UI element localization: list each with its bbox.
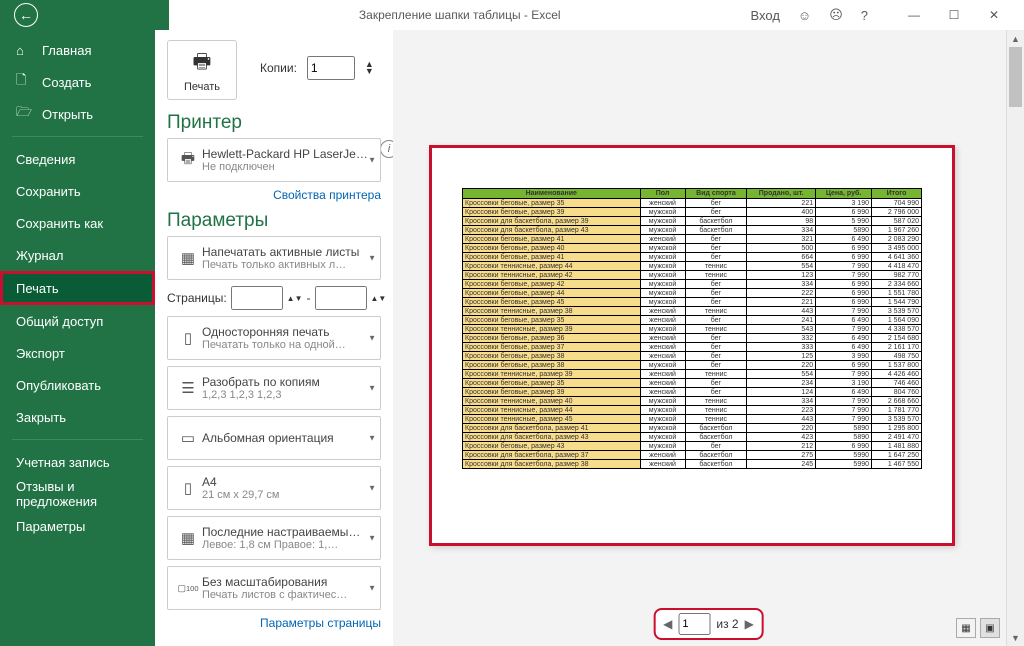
printer-status-icon: 🖶: [174, 146, 202, 174]
next-page-button[interactable]: ▶: [745, 617, 754, 631]
collate-icon: ☰: [174, 374, 202, 402]
sidebar-item-label: Учетная запись: [16, 455, 110, 470]
page-to-input[interactable]: [315, 286, 367, 310]
window-title: Закрепление шапки таблицы - Excel: [169, 8, 751, 22]
sidebar-item-3[interactable]: Сведения: [0, 143, 155, 175]
smile-icon[interactable]: ☺: [798, 8, 811, 23]
sidebar-item-13[interactable]: Отзывы и предложения: [0, 478, 155, 510]
sidebar-item-11[interactable]: Закрыть: [0, 401, 155, 433]
sidebar-item-10[interactable]: Опубликовать: [0, 369, 155, 401]
copies-label: Копии:: [260, 61, 297, 75]
print-what-selector[interactable]: ▦ Напечатать активные листыПечать только…: [167, 236, 381, 280]
margins-icon: ▦: [174, 524, 202, 552]
maximize-button[interactable]: ☐: [934, 0, 974, 30]
sidebar-item-label: Создать: [42, 75, 91, 90]
sidebar-item-label: Общий доступ: [16, 314, 103, 329]
pages-label: Страницы:: [167, 291, 227, 305]
back-button[interactable]: ←: [14, 3, 38, 27]
close-button[interactable]: ✕: [974, 0, 1014, 30]
printer-heading: Принтер: [167, 112, 381, 134]
show-margins-button[interactable]: ▦: [956, 618, 976, 638]
landscape-icon: ▭: [174, 424, 202, 452]
page-icon: ▯: [174, 324, 202, 352]
sidebar-item-1[interactable]: 🗋 Создать: [0, 66, 155, 98]
sidebar-item-label: Сохранить: [16, 184, 81, 199]
sidebar-item-label: Журнал: [16, 248, 63, 263]
zoom-to-page-button[interactable]: ▣: [980, 618, 1000, 638]
help-icon[interactable]: ?: [861, 8, 868, 23]
sidebar-item-label: Отзывы и предложения: [16, 479, 155, 509]
page-of-label: из 2: [716, 617, 738, 631]
nav-icon: 🗁: [16, 103, 34, 125]
margins-selector[interactable]: ▦ Последние настраиваемы…Левое: 1,8 см П…: [167, 516, 381, 560]
scroll-up-icon[interactable]: ▲: [1007, 30, 1024, 47]
printer-properties-link[interactable]: Свойства принтера: [167, 188, 381, 202]
page-number-input[interactable]: [678, 613, 710, 635]
sidebar-item-0[interactable]: ⌂ Главная: [0, 34, 155, 66]
sidebar-item-label: Открыть: [42, 107, 93, 122]
sidebar-item-label: Главная: [42, 43, 91, 58]
chevron-down-icon: ▼: [368, 484, 376, 493]
sidebar-item-4[interactable]: Сохранить: [0, 175, 155, 207]
sidebar-item-12[interactable]: Учетная запись: [0, 446, 155, 478]
spinner-icon[interactable]: ▲▼: [365, 61, 374, 75]
scrollbar-thumb[interactable]: [1009, 47, 1022, 107]
chevron-down-icon: ▼: [368, 334, 376, 343]
sad-icon[interactable]: ☹: [829, 7, 843, 23]
sidebar-item-label: Закрыть: [16, 410, 66, 425]
papersize-selector[interactable]: ▯ A421 см x 29,7 см ▼: [167, 466, 381, 510]
print-preview: НаименованиеПолВид спортаПродано, шт.Цен…: [393, 30, 1024, 646]
chevron-down-icon: ▼: [368, 434, 376, 443]
sidebar-item-9[interactable]: Экспорт: [0, 337, 155, 369]
chevron-down-icon: ▼: [368, 384, 376, 393]
page-from-input[interactable]: [231, 286, 283, 310]
page-navigator: ◀ из 2 ▶: [653, 608, 764, 640]
sidebar-item-14[interactable]: Параметры: [0, 510, 155, 542]
sidebar-item-label: Печать: [16, 281, 59, 296]
sheets-icon: ▦: [174, 244, 202, 272]
params-heading: Параметры: [167, 210, 381, 232]
chevron-down-icon: ▼: [368, 534, 376, 543]
printer-icon: 🖶: [193, 47, 212, 81]
backstage-sidebar: ⌂ Главная 🗋 Создать 🗁 Открыть Сведения Сохранит…: [0, 30, 155, 646]
copies-input[interactable]: [307, 56, 355, 80]
minimize-button[interactable]: —: [894, 0, 934, 30]
duplex-selector[interactable]: ▯ Односторонняя печатьПечатать только на…: [167, 316, 381, 360]
sidebar-item-2[interactable]: 🗁 Открыть: [0, 98, 155, 130]
collate-selector[interactable]: ☰ Разобрать по копиям1,2,3 1,2,3 1,2,3 ▼: [167, 366, 381, 410]
chevron-down-icon: ▼: [368, 254, 376, 263]
sidebar-item-5[interactable]: Сохранить как: [0, 207, 155, 239]
chevron-down-icon: ▼: [368, 584, 376, 593]
page-setup-link[interactable]: Параметры страницы: [167, 616, 381, 630]
sidebar-item-label: Параметры: [16, 519, 85, 534]
scale-icon: ▢100: [174, 574, 202, 602]
login-link[interactable]: Вход: [751, 8, 780, 23]
a4-icon: ▯: [174, 474, 202, 502]
sidebar-item-label: Экспорт: [16, 346, 65, 361]
chevron-down-icon: ▼: [368, 156, 376, 165]
sidebar-item-6[interactable]: Журнал: [0, 239, 155, 271]
prev-page-button[interactable]: ◀: [663, 617, 672, 631]
sidebar-item-label: Сведения: [16, 152, 75, 167]
preview-page: НаименованиеПолВид спортаПродано, шт.Цен…: [429, 145, 955, 546]
nav-icon: ⌂: [16, 43, 34, 58]
preview-scrollbar[interactable]: ▲ ▼: [1006, 30, 1024, 646]
sidebar-item-7[interactable]: Печать: [0, 271, 155, 305]
orientation-selector[interactable]: ▭ Альбомная ориентация ▼: [167, 416, 381, 460]
nav-icon: 🗋: [16, 71, 34, 93]
sidebar-item-label: Сохранить как: [16, 216, 103, 231]
preview-table: НаименованиеПолВид спортаПродано, шт.Цен…: [462, 188, 922, 469]
scale-selector[interactable]: ▢100 Без масштабированияПечать листов с …: [167, 566, 381, 610]
sidebar-item-label: Опубликовать: [16, 378, 101, 393]
sidebar-item-8[interactable]: Общий доступ: [0, 305, 155, 337]
info-icon[interactable]: i: [380, 140, 393, 158]
scroll-down-icon[interactable]: ▼: [1007, 629, 1024, 646]
print-button[interactable]: 🖶 Печать: [167, 40, 237, 100]
printer-selector[interactable]: 🖶 Hewlett-Packard HP LaserJe…Не подключе…: [167, 138, 381, 182]
